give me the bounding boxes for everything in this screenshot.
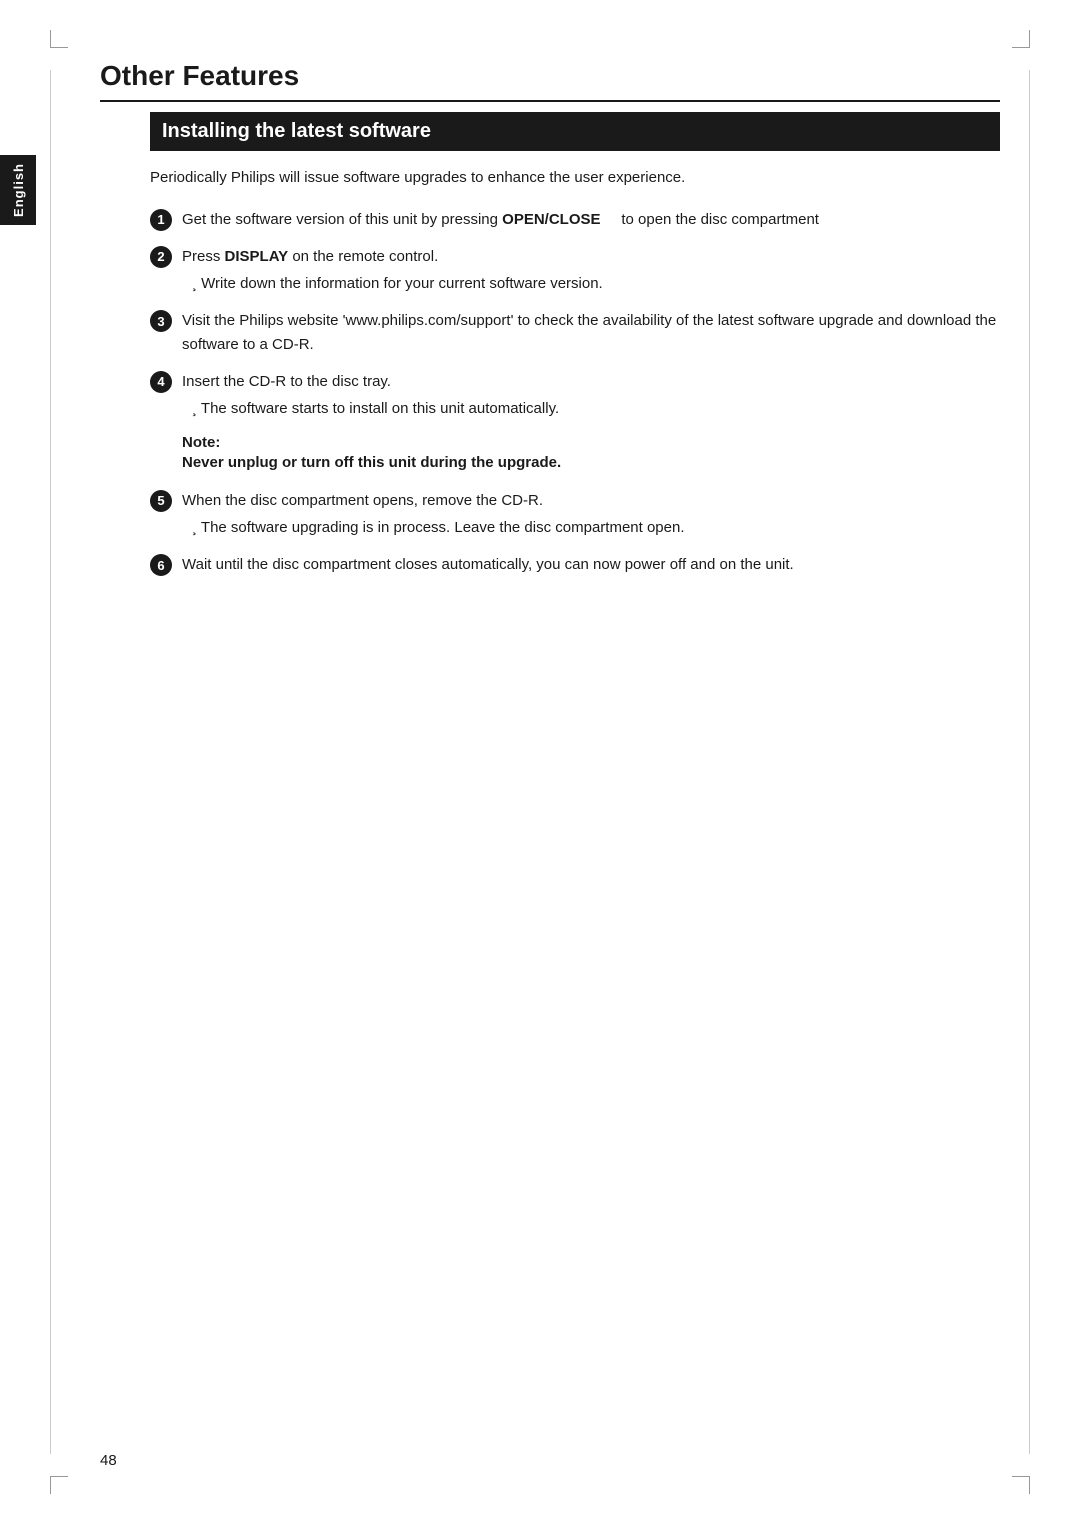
step-6: 6 Wait until the disc compartment closes… xyxy=(150,553,1000,576)
step-4: 4 Insert the CD-R to the disc tray. The … xyxy=(150,370,1000,421)
step-3: 3 Visit the Philips website 'www.philips… xyxy=(150,309,1000,356)
intro-text: Periodically Philips will issue software… xyxy=(150,167,1000,190)
step-6-content: Wait until the disc compartment closes a… xyxy=(182,553,1000,576)
main-content: Installing the latest software Periodica… xyxy=(150,112,1000,576)
page-number: 48 xyxy=(100,1452,117,1469)
step-2-sub: Write down the information for your curr… xyxy=(182,272,1000,295)
section-heading: Installing the latest software xyxy=(150,112,1000,151)
step-2-content: Press DISPLAY on the remote control. Wri… xyxy=(182,245,1000,296)
step-3-content: Visit the Philips website 'www.philips.c… xyxy=(182,309,1000,356)
step-5-content: When the disc compartment opens, remove … xyxy=(182,489,1000,540)
step-number-6: 6 xyxy=(150,554,172,576)
step-number-2: 2 xyxy=(150,246,172,268)
step-number-5: 5 xyxy=(150,490,172,512)
step-number-4: 4 xyxy=(150,371,172,393)
step-5-sub: The software upgrading is in process. Le… xyxy=(182,516,1000,539)
note-label: Note: xyxy=(182,434,1000,451)
note-text: Never unplug or turn off this unit durin… xyxy=(182,451,1000,474)
step-1: 1 Get the software version of this unit … xyxy=(150,208,1000,231)
step-number-1: 1 xyxy=(150,209,172,231)
page-title: Other Features xyxy=(100,60,1000,102)
step-2: 2 Press DISPLAY on the remote control. W… xyxy=(150,245,1000,296)
step-number-3: 3 xyxy=(150,310,172,332)
step-4-sub: The software starts to install on this u… xyxy=(182,397,1000,420)
step-1-content: Get the software version of this unit by… xyxy=(182,208,1000,231)
note-section: Note: Never unplug or turn off this unit… xyxy=(182,434,1000,474)
step-5: 5 When the disc compartment opens, remov… xyxy=(150,489,1000,540)
step-4-content: Insert the CD-R to the disc tray. The so… xyxy=(182,370,1000,421)
